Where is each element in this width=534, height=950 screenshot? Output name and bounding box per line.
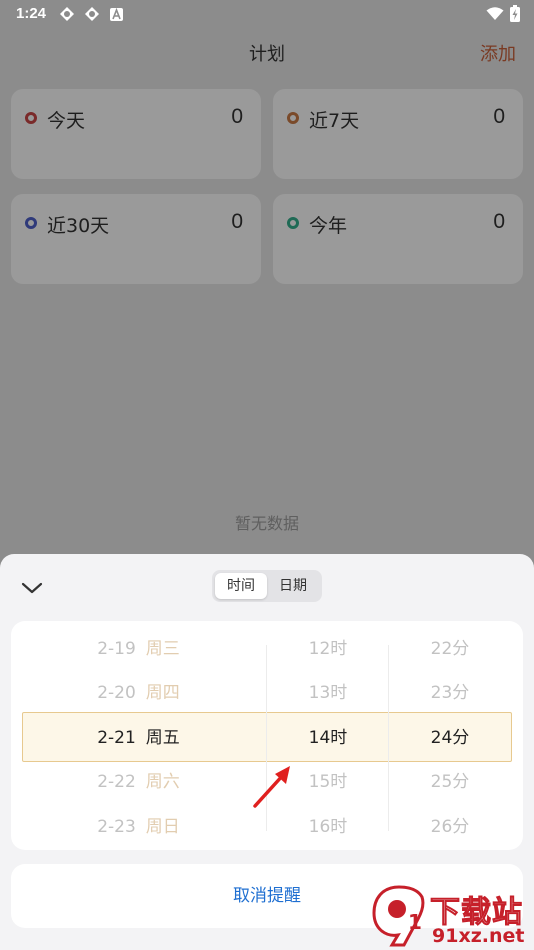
page-title: 计划 [249, 44, 285, 65]
card-label: 近30天 [47, 215, 110, 237]
card-7-days[interactable]: 近7天 0 [273, 89, 523, 179]
circle-icon [287, 217, 299, 229]
watermark-url: 91xz.net [432, 925, 525, 947]
date-option[interactable]: 2-19 周三 [11, 627, 266, 671]
card-label: 近7天 [309, 110, 360, 132]
card-count: 0 [493, 210, 505, 233]
weekday-text: 周日 [145, 817, 180, 837]
date-option[interactable]: 2-20 周四 [11, 671, 266, 715]
date-text: 2-19 [97, 639, 136, 659]
card-count: 0 [493, 105, 505, 128]
svg-text:1: 1 [408, 910, 422, 934]
card-30-days[interactable]: 近30天 0 [11, 194, 261, 284]
card-label: 今年 [309, 215, 348, 237]
sync-icon [60, 7, 74, 21]
minute-option[interactable]: 22分 [389, 627, 511, 671]
site-logo-icon: 1 [372, 885, 425, 947]
date-text: 2-20 [97, 683, 136, 703]
datetime-picker: 2-19 周三 2-20 周四 2-21 周五 2-22 周六 2-23 周日 12时 1… [11, 621, 523, 850]
empty-state-text: 暂无数据 [234, 514, 299, 533]
hour-option-selected[interactable]: 14时 [267, 716, 389, 760]
minute-option-selected[interactable]: 24分 [389, 716, 511, 760]
weekday-text: 周三 [145, 639, 180, 659]
annotation-arrow-icon [253, 766, 290, 808]
sync-icon [85, 7, 99, 21]
date-option[interactable]: 2-22 周六 [11, 760, 266, 804]
minute-option[interactable]: 23分 [389, 671, 511, 715]
card-today[interactable]: 今天 0 [11, 89, 261, 179]
weekday-text: 周五 [145, 728, 180, 748]
add-button[interactable]: 添加 [480, 40, 516, 66]
hour-option[interactable]: 12时 [267, 627, 389, 671]
a-badge-icon [110, 8, 123, 21]
date-option-selected[interactable]: 2-21 周五 [11, 716, 266, 760]
circle-icon [287, 112, 299, 124]
watermark-logo: 1 下载站 91xz.net [370, 885, 534, 950]
circle-icon [25, 217, 37, 229]
date-text: 2-21 [97, 728, 136, 748]
minute-option[interactable]: 26分 [389, 805, 511, 849]
status-time: 1:24 [16, 5, 47, 22]
card-label: 今天 [47, 110, 86, 132]
card-this-year[interactable]: 今年 0 [273, 194, 523, 284]
card-count: 0 [231, 210, 243, 233]
date-text: 2-23 [97, 817, 136, 837]
hour-option[interactable]: 13时 [267, 671, 389, 715]
weekday-text: 周六 [145, 772, 180, 792]
header: 计划 添加 [0, 34, 534, 70]
wifi-icon [486, 6, 504, 20]
tab-time[interactable]: 时间 [215, 573, 267, 599]
weekday-text: 周四 [145, 683, 180, 703]
date-option[interactable]: 2-23 周日 [11, 805, 266, 849]
circle-icon [25, 112, 37, 124]
battery-charging-icon [510, 5, 520, 22]
minute-option[interactable]: 25分 [389, 760, 511, 804]
status-bar: 1:24 [0, 0, 534, 28]
mode-segmented-control: 时间 日期 [212, 570, 322, 602]
tab-date[interactable]: 日期 [267, 573, 319, 599]
card-count: 0 [231, 105, 243, 128]
chevron-down-icon[interactable] [20, 576, 44, 600]
date-text: 2-22 [97, 772, 136, 792]
